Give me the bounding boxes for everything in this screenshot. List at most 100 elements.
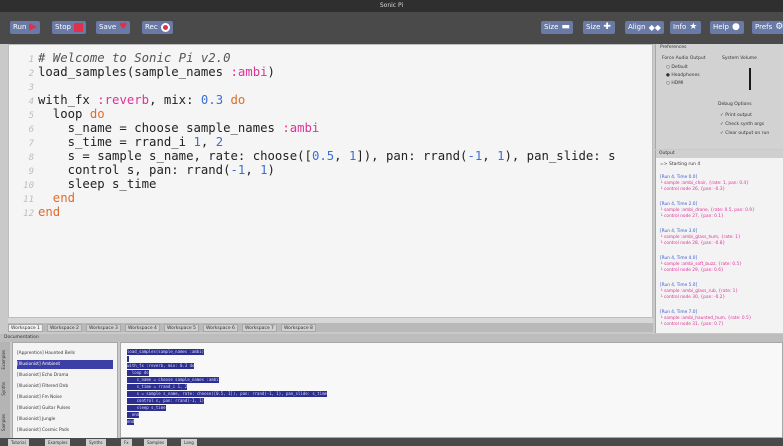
help-label: Help [713, 23, 729, 31]
doc-side-tab[interactable]: Samples [1, 414, 6, 431]
record-icon [160, 23, 170, 32]
doc-list-item[interactable]: [Illusionist] Jungle [17, 415, 113, 424]
log-entry-header: [Run 4, Time 0.0] [660, 175, 698, 180]
code-line: 12 end [9, 205, 60, 219]
code-editor[interactable]: 1 # Welcome to Sonic Pi v2.0 2 load_samples… [8, 44, 653, 318]
log-entry-line: └ control node 31, {pan: 0.7} [660, 322, 724, 327]
log-entry-line: └ sample :ambi_drone, {rate: 0.5, pan: 0… [660, 208, 755, 213]
doc-code-line: with_fx :reverb, mix: 0.3 do [127, 363, 195, 369]
doc-category-tab[interactable]: Samples [144, 439, 168, 446]
doc-code-line: control s, pan: rrand(-1, 1) [127, 398, 205, 404]
doc-category-tab[interactable]: Examples [45, 439, 71, 446]
log-entry-line: └ sample :ambi_haunted_hum, {rate: 0.5} [660, 316, 752, 321]
log-entry-line: └ control node 30, {pan: -0.2} [660, 295, 726, 300]
debug-option-print-output[interactable]: ✓ Print output [720, 113, 752, 118]
code-token: do [223, 93, 246, 107]
doc-list-item[interactable]: [Illusionist] Filtered Dnb [17, 382, 113, 391]
help-button[interactable]: Help ● [710, 21, 744, 34]
rec-label: Rec [145, 23, 158, 31]
code-token: -1 [230, 163, 246, 177]
stop-button[interactable]: Stop [52, 21, 86, 34]
help-icon: ● [731, 22, 740, 32]
doc-category-tab[interactable]: Fx [121, 439, 132, 446]
code-token: :ambi [282, 121, 320, 135]
workspace-tab[interactable]: Workspace 8 [281, 324, 316, 332]
documentation-example-list[interactable]: [Apprentice] Haunted Bells [Illusionist] … [12, 342, 118, 446]
workspace-tab[interactable]: Workspace 6 [203, 324, 238, 332]
documentation-title: Documentation [4, 335, 39, 340]
workspace-tab[interactable]: Workspace 3 [86, 324, 121, 332]
doc-list-item[interactable]: [Illusionist] Cosmic Pads [17, 426, 113, 435]
doc-code-line: sleep s_time [127, 405, 166, 411]
prefs-button[interactable]: Prefs ⚙ [752, 21, 783, 34]
code-token: loop [38, 107, 90, 121]
code-line: 7 s_time = rrand_i 1, 2 [9, 135, 224, 149]
save-button[interactable]: Save ♥ [96, 21, 131, 34]
log-entry-header: [Run 4, Time 5.0] [660, 283, 698, 288]
documentation-side-tabs: Examples Synths Samples [0, 342, 10, 446]
align-button[interactable]: Align ◆◆ [625, 21, 664, 34]
info-button[interactable]: Info ★ [670, 21, 702, 34]
volume-slider[interactable] [749, 68, 751, 90]
workspace-tab[interactable]: Workspace 1 [8, 324, 43, 332]
debug-option-check-synth-args[interactable]: ✓ Check synth args [720, 122, 764, 127]
align-icon: ◆◆ [648, 23, 661, 32]
size-increase-button[interactable]: Size ✚ [583, 21, 616, 34]
doc-side-tab[interactable]: Synths [1, 382, 6, 396]
doc-code-line: s_time = rrand_i 1, 2 [127, 384, 188, 390]
code-line: 1 # Welcome to Sonic Pi v2.0 [9, 51, 231, 65]
audio-option-headphones[interactable]: ● Headphones [666, 73, 700, 78]
code-token: do [89, 107, 105, 121]
line-number: 12 [23, 209, 34, 219]
code-token: , mix: [149, 93, 201, 107]
documentation-header: Documentation [0, 334, 783, 342]
workspace-tab[interactable]: Workspace 4 [125, 324, 160, 332]
doc-list-item[interactable]: [Apprentice] Haunted Bells [17, 349, 113, 358]
doc-list-item[interactable]: [Illusionist] Fm Noise [17, 393, 113, 402]
doc-code-line: s = sample s_name, rate: choose([0.5, 1]… [127, 391, 327, 397]
doc-code-line: end [127, 412, 140, 418]
code-line: 9 control s, pan: rrand(-1, 1) [9, 163, 275, 177]
gear-icon: ⚙ [775, 22, 783, 32]
doc-list-item[interactable]: [Illusionist] Guitar Pulses [17, 404, 113, 413]
code-token: 0.3 [200, 93, 224, 107]
workspace-tab[interactable]: Workspace 2 [47, 324, 82, 332]
code-token: 1 [193, 135, 201, 149]
stop-label: Stop [55, 23, 71, 31]
doc-code-line [127, 356, 130, 362]
rec-button[interactable]: Rec [142, 21, 173, 34]
prefs-label: Prefs [755, 23, 773, 31]
code-line: 11 end [9, 191, 75, 205]
log-entry-line: └ control node 28, {pan: -0.8} [660, 241, 726, 246]
system-volume-label: System Volume [722, 56, 757, 61]
documentation-content: load_samples(sample_names :ambi) with_fx… [120, 342, 783, 438]
audio-option-hdmi[interactable]: ○ HDMI [666, 81, 683, 86]
workspace-tab[interactable]: Workspace 5 [164, 324, 199, 332]
workspace-tab[interactable]: Workspace 7 [242, 324, 277, 332]
sonic-pi-window: Sonic Pi Run Stop Save ♥ Rec Size ▬ Size ✚ … [0, 0, 783, 446]
doc-category-tab[interactable]: Lang [181, 439, 197, 446]
log-entry-line: └ sample :ambi_glass_hum, {rate: 1} [660, 235, 741, 240]
doc-list-item[interactable]: [Illusionist] Echo Drama [17, 371, 113, 380]
doc-list-item[interactable]: [Illusionist] Ambient [17, 360, 113, 369]
run-button[interactable]: Run [10, 21, 41, 34]
size-decrease-button[interactable]: Size ▬ [541, 21, 574, 34]
play-icon [29, 23, 38, 31]
debug-option-clear-output[interactable]: ✓ Clear output on run [720, 131, 769, 136]
doc-code-line: loop do [127, 370, 149, 376]
log-entry-line: └ control node 27, {pan: 0.1} [660, 214, 724, 219]
doc-side-tab[interactable]: Examples [1, 350, 6, 369]
log-entry-header: [Run 4, Time 2.0] [660, 202, 698, 207]
log-entry-header: [Run 4, Time 3.0] [660, 229, 698, 234]
doc-code-line: load_samples(sample_names :ambi) [127, 349, 205, 355]
audio-option-default[interactable]: ○ Default [666, 65, 688, 70]
run-label: Run [13, 23, 27, 31]
log-entry-line: └ sample :ambi_choir, {rate: 1, pan: 0.4… [660, 181, 749, 186]
debug-option-label: Clear output on run [725, 131, 770, 136]
code-token: , [482, 149, 498, 163]
code-token: , [334, 149, 349, 163]
doc-category-tab[interactable]: Synths [86, 439, 106, 446]
audio-option-label: Headphones [671, 73, 700, 78]
doc-category-tab[interactable]: Tutorial [8, 439, 29, 446]
minus-icon: ▬ [561, 22, 570, 32]
